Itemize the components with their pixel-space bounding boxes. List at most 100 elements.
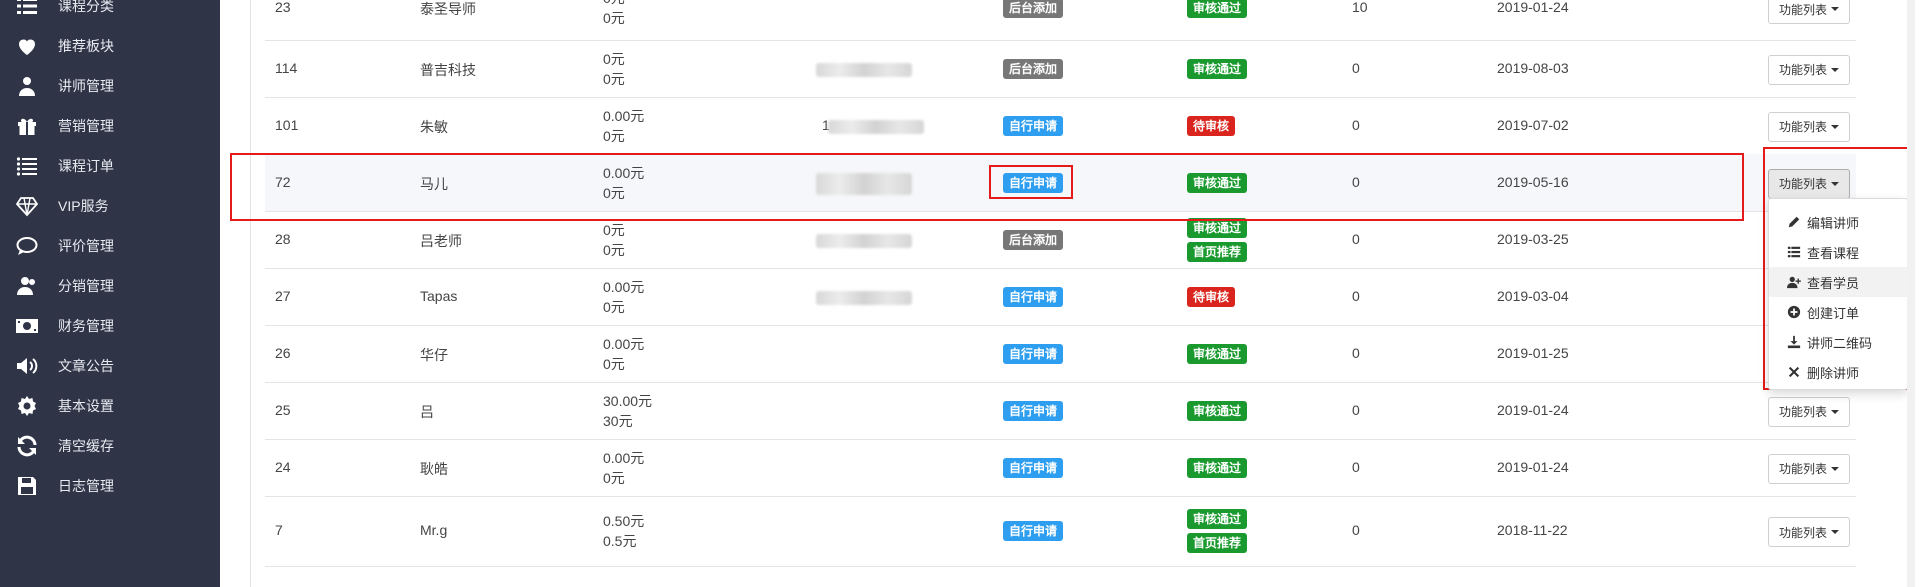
diamond-icon [14, 193, 40, 219]
teacher-id: 24 [275, 458, 291, 475]
student-count: 0 [1352, 522, 1360, 538]
function-list-button[interactable]: 功能列表 [1768, 396, 1850, 427]
teacher-id: 23 [275, 0, 291, 15]
teacher-name: 普吉科技 [420, 61, 476, 78]
teacher-price: 0.00元 [603, 107, 645, 124]
created-date: 2019-05-16 [1497, 173, 1569, 190]
teacher-name: 朱敏 [420, 118, 448, 135]
status-badge: 审核通过 [1187, 400, 1248, 421]
sidebar-item-11[interactable]: 基本设置 [0, 386, 220, 426]
function-list-button[interactable]: 功能列表 [1768, 168, 1850, 199]
teacher-name: 吕老师 [420, 232, 462, 249]
status-badge: 待审核 [1187, 115, 1236, 136]
menu-item-label: 编辑讲师 [1807, 215, 1860, 231]
sidebar: 课程分类推荐板块讲师管理营销管理 课程订单 VIP服务评价管理分销管理 财务管理 文章公… [0, 0, 220, 587]
speaker-icon [14, 353, 40, 379]
student-count: 0 [1352, 287, 1360, 304]
sidebar-item-6[interactable]: VIP服务 [0, 186, 220, 226]
teacher-id: 26 [275, 344, 291, 361]
menu-item-3[interactable]: 查看学员 [1769, 267, 1907, 297]
status-badge: 审核通过 [1187, 217, 1248, 238]
function-list-label: 功能列表 [1778, 405, 1827, 419]
refresh-icon [14, 433, 40, 459]
panel-divider [250, 0, 251, 587]
sidebar-item-9[interactable]: 财务管理 [0, 306, 220, 346]
teacher-price: 0.00元 [603, 335, 645, 352]
status-badge: 审核通过 [1187, 58, 1248, 79]
student-count: 0 [1352, 344, 1360, 361]
gift-icon [14, 113, 40, 139]
teacher-price: 0元 [603, 50, 625, 67]
redacted-phone [828, 119, 924, 134]
sidebar-item-12[interactable]: 清空缓存 [0, 426, 220, 466]
created-date: 2018-11-22 [1497, 522, 1568, 538]
sidebar-item-10[interactable]: 文章公告 [0, 346, 220, 386]
sidebar-item-label: VIP服务 [58, 198, 109, 214]
function-list-button[interactable]: 功能列表 [1768, 453, 1850, 484]
function-list-label: 功能列表 [1778, 525, 1827, 540]
function-list-button[interactable]: 功能列表 [1768, 517, 1850, 547]
redacted-phone [816, 172, 912, 195]
teacher-id: 7 [275, 522, 283, 538]
teacher-price: 30.00元 [603, 392, 653, 409]
source-badge: 自行申请 [1003, 115, 1064, 136]
student-count: 0 [1352, 173, 1360, 190]
teacher-id: 101 [275, 116, 299, 133]
sidebar-item-1[interactable]: 课程分类 [0, 0, 220, 26]
teacher-price-secondary: 0元 [603, 298, 625, 315]
caret-down-icon [1831, 67, 1839, 72]
teacher-price: 0.50元 [603, 513, 645, 529]
sidebar-item-8[interactable]: 分销管理 [0, 266, 220, 306]
caret-down-icon [1831, 7, 1839, 11]
sidebar-item-2[interactable]: 推荐板块 [0, 26, 220, 66]
sidebar-item-3[interactable]: 讲师管理 [0, 66, 220, 106]
sidebar-item-7[interactable]: 评价管理 [0, 226, 220, 266]
teacher-id: 72 [275, 173, 291, 190]
created-date: 2019-01-24 [1497, 401, 1569, 418]
redacted-phone [816, 233, 912, 248]
function-list-button[interactable]: 功能列表 [1768, 0, 1850, 24]
status-badge: 审核通过 [1187, 509, 1248, 529]
menu-item-4[interactable]: 创建订单 [1769, 297, 1907, 327]
teacher-name: Mr.g [420, 522, 448, 538]
source-badge: 自行申请 [1003, 172, 1064, 193]
sidebar-item-label: 评价管理 [58, 238, 114, 254]
function-list-label: 功能列表 [1778, 177, 1827, 191]
function-list-button[interactable]: 功能列表 [1768, 111, 1850, 142]
menu-item-6[interactable]: 删除讲师 [1769, 357, 1907, 387]
function-list-button[interactable]: 功能列表 [1768, 54, 1850, 85]
sidebar-item-13[interactable]: 日志管理 [0, 466, 220, 506]
teacher-table: 23泰圣导师0元0元后台添加审核通过102019-01-24功能列表114普吉科… [265, 0, 1856, 587]
status-badge: 首页推荐 [1187, 533, 1248, 553]
teacher-price-secondary: 0元 [603, 127, 625, 144]
created-date: 2019-03-25 [1497, 230, 1569, 247]
menu-item-label: 删除讲师 [1807, 365, 1860, 381]
download-icon [1787, 335, 1801, 349]
source-badge: 自行申请 [1003, 286, 1064, 307]
menu-item-5[interactable]: 讲师二维码 [1769, 327, 1907, 357]
teacher-name: 耿皓 [420, 460, 448, 477]
teacher-name: Tapas [420, 287, 458, 304]
teacher-id: 28 [275, 230, 291, 247]
source-badge: 自行申请 [1003, 343, 1064, 364]
teacher-price-secondary: 0元 [603, 241, 625, 258]
teacher-price-secondary: 0元 [603, 355, 625, 372]
sidebar-item-label: 课程分类 [58, 0, 114, 14]
function-list-label: 功能列表 [1778, 63, 1827, 77]
student-count: 0 [1352, 116, 1360, 133]
sidebar-item-label: 讲师管理 [58, 78, 114, 94]
menu-item-2[interactable]: 查看课程 [1769, 237, 1907, 267]
sidebar-item-4[interactable]: 营销管理 [0, 106, 220, 146]
close-icon [1787, 365, 1801, 379]
student-count: 0 [1352, 59, 1360, 76]
teacher-name: 泰圣导师 [420, 1, 476, 17]
source-badge: 自行申请 [1003, 400, 1064, 421]
vertical-scrollbar[interactable] [1907, 0, 1915, 587]
menu-item-1[interactable]: 编辑讲师 [1769, 207, 1907, 237]
status-badge: 审核通过 [1187, 0, 1248, 18]
source-badge: 后台添加 [1003, 58, 1064, 79]
teacher-price-secondary: 0元 [603, 10, 625, 26]
sidebar-item-5[interactable]: 课程订单 [0, 146, 220, 186]
order-list-icon [14, 153, 40, 179]
teacher-price-secondary: 0元 [603, 184, 625, 201]
